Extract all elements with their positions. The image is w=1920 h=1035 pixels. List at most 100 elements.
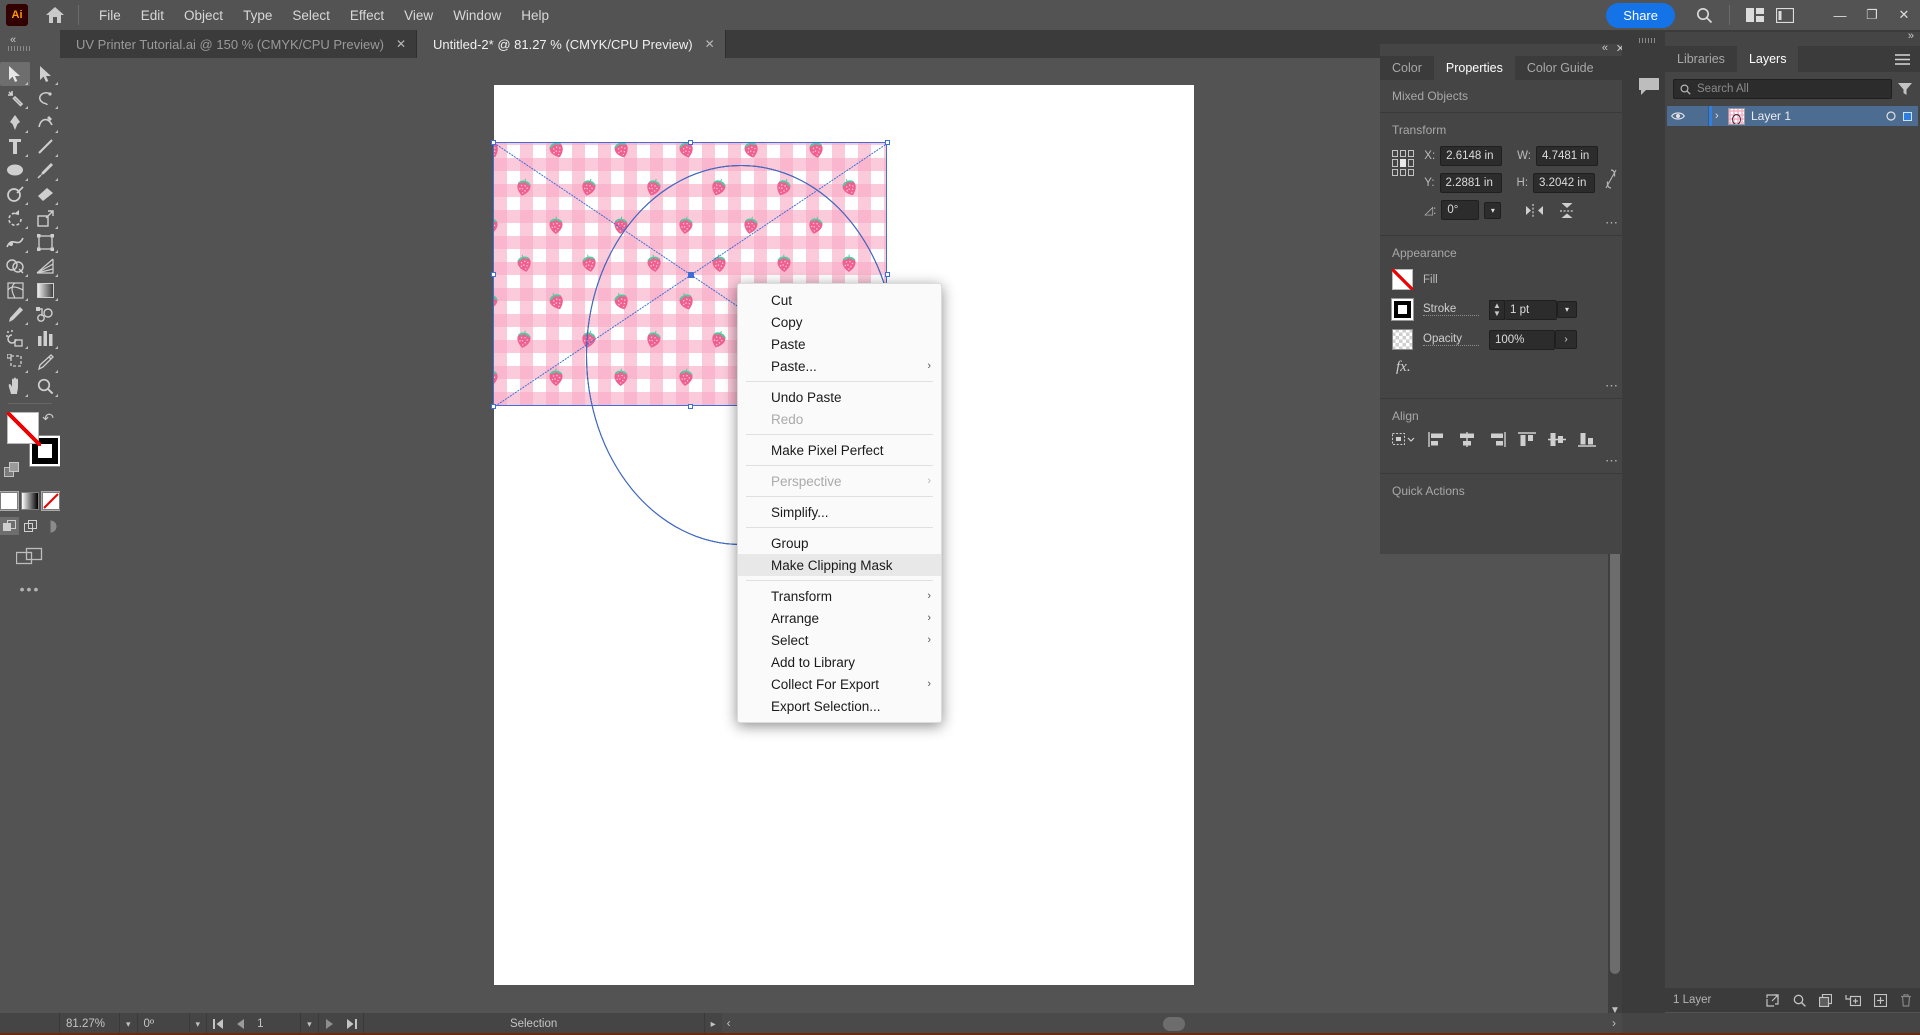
context-menu-item-select[interactable]: Select › — [738, 629, 941, 651]
artboard-dropdown[interactable]: ▾ — [301, 1013, 319, 1035]
align-top-icon[interactable] — [1518, 432, 1536, 447]
rotate-dropdown[interactable]: ▾ — [190, 1013, 208, 1035]
pen-tool[interactable] — [0, 110, 30, 134]
create-new-sublayer-icon[interactable] — [1819, 993, 1832, 1007]
search-layer-icon[interactable] — [1793, 994, 1806, 1007]
draw-inside-icon[interactable] — [41, 517, 60, 535]
shape-builder-tool[interactable] — [0, 254, 30, 278]
menu-item-select[interactable]: Select — [282, 4, 340, 27]
minimize-button[interactable]: — — [1824, 1, 1856, 29]
flip-vertical-icon[interactable] — [1560, 202, 1575, 218]
target-circle-icon[interactable] — [1886, 111, 1896, 121]
last-artboard-button[interactable] — [340, 1013, 364, 1035]
appearance-more-icon[interactable]: ⋯ — [1605, 378, 1620, 394]
menu-item-file[interactable]: File — [89, 4, 131, 27]
scroll-left-arrow[interactable]: ‹ — [727, 1016, 731, 1030]
horizontal-scroll-thumb[interactable] — [1162, 1017, 1185, 1031]
flip-horizontal-icon[interactable] — [1526, 203, 1544, 217]
free-transform-tool[interactable] — [30, 230, 60, 254]
context-menu-item-paste[interactable]: Paste — [738, 333, 941, 355]
context-menu-item-cut[interactable]: Cut — [738, 289, 941, 311]
shaper-tool[interactable] — [0, 182, 30, 206]
ellipse-tool[interactable] — [0, 158, 30, 182]
context-menu-item-undo-paste[interactable]: Undo Paste — [738, 386, 941, 408]
scroll-right-arrow[interactable]: › — [1612, 1016, 1616, 1030]
opacity-swatch[interactable] — [1392, 329, 1413, 350]
workspace-switcher-icon[interactable] — [1770, 2, 1800, 28]
search-icon[interactable] — [1689, 2, 1719, 28]
fx-button[interactable]: fx. — [1396, 359, 1618, 376]
context-menu-item-simplify[interactable]: Simplify... — [738, 501, 941, 523]
zoom-tool[interactable] — [30, 374, 60, 398]
menu-item-help[interactable]: Help — [511, 4, 559, 27]
toolbar-grip[interactable] — [8, 46, 30, 51]
search-input[interactable]: Search All — [1673, 79, 1892, 99]
angle-field[interactable]: 0° — [1441, 200, 1480, 220]
layers-tab-libraries[interactable]: Libraries — [1665, 46, 1737, 72]
align-right-icon[interactable] — [1488, 432, 1506, 447]
swap-fill-stroke-icon[interactable]: ↶ — [42, 410, 54, 427]
eye-icon[interactable] — [1667, 111, 1689, 121]
align-horizontal-center-icon[interactable] — [1458, 432, 1476, 447]
menu-item-effect[interactable]: Effect — [340, 4, 394, 27]
type-tool[interactable] — [0, 134, 30, 158]
canvas-context-menu[interactable]: Cut Copy Paste Paste... › Undo Paste Redo Make … — [737, 283, 942, 723]
align-to-selection-icon[interactable] — [1392, 432, 1416, 447]
direct-selection-tool[interactable] — [30, 62, 60, 86]
edit-toolbar-icon[interactable]: ••• — [0, 581, 60, 597]
arrange-documents-icon[interactable] — [1740, 2, 1770, 28]
slice-tool[interactable] — [30, 350, 60, 374]
first-artboard-button[interactable] — [207, 1013, 230, 1035]
status-text[interactable]: Selection — [364, 1018, 704, 1030]
comment-icon[interactable] — [1638, 77, 1659, 97]
layers-tab-layers[interactable]: Layers — [1736, 46, 1799, 72]
zoom-dropdown[interactable]: ▾ — [120, 1013, 138, 1035]
context-menu-item-group[interactable]: Group — [738, 532, 941, 554]
layer-row[interactable]: › Layer 1 — [1667, 106, 1918, 126]
menu-item-window[interactable]: Window — [443, 4, 511, 27]
draw-normal-icon[interactable] — [0, 517, 19, 535]
document-tab-1[interactable]: Untitled-2* @ 81.27 % (CMYK/CPU Preview)… — [417, 30, 726, 58]
x-field[interactable]: 2.6148 in — [1440, 146, 1503, 166]
status-expand-icon[interactable]: ▸ — [703, 1013, 722, 1035]
stroke-weight-stepper[interactable]: ▲ ▼ — [1489, 299, 1505, 320]
panel-menu-icon[interactable] — [1885, 46, 1920, 72]
align-bottom-icon[interactable] — [1578, 432, 1596, 447]
lasso-tool[interactable] — [30, 86, 60, 110]
align-left-icon[interactable] — [1428, 432, 1446, 447]
align-vertical-center-icon[interactable] — [1548, 432, 1566, 447]
scale-tool[interactable] — [30, 206, 60, 230]
context-menu-item-copy[interactable]: Copy — [738, 311, 941, 333]
context-menu-item-make-clipping-mask[interactable]: Make Clipping Mask — [738, 554, 941, 576]
menu-item-type[interactable]: Type — [233, 4, 282, 27]
context-menu-item-transform[interactable]: Transform › — [738, 585, 941, 607]
context-menu-item-make-pixel-perfect[interactable]: Make Pixel Perfect — [738, 439, 941, 461]
locate-object-icon[interactable] — [1766, 993, 1780, 1007]
expand-layer-icon[interactable]: › — [1715, 110, 1728, 122]
context-menu-item-paste[interactable]: Paste... › — [738, 355, 941, 377]
fill-color-swatch[interactable] — [1392, 269, 1413, 290]
create-new-layer-icon[interactable] — [1874, 993, 1887, 1007]
properties-tab-color-guide[interactable]: Color Guide — [1515, 56, 1606, 80]
context-menu-item-collect-for-export[interactable]: Collect For Export › — [738, 673, 941, 695]
column-graph-tool[interactable] — [30, 326, 60, 350]
close-button[interactable]: ✕ — [1888, 1, 1920, 29]
stroke-label[interactable]: Stroke — [1423, 303, 1479, 316]
context-menu-item-add-to-library[interactable]: Add to Library — [738, 651, 941, 673]
gradient-tool[interactable] — [30, 278, 60, 302]
opacity-options-icon[interactable]: › — [1555, 330, 1577, 349]
w-field[interactable]: 4.7481 in — [1536, 146, 1598, 166]
lock-toggle[interactable] — [1689, 106, 1709, 126]
document-tab-0[interactable]: UV Printer Tutorial.ai @ 150 % (CMYK/CPU… — [60, 30, 418, 58]
collapse-toolbar-icon[interactable]: « — [10, 34, 16, 46]
symbol-sprayer-tool[interactable] — [0, 326, 30, 350]
horizontal-scrollbar[interactable]: ‹ › — [721, 1013, 1622, 1035]
chevron-down-icon[interactable]: ▾ — [1484, 201, 1502, 219]
context-menu-item-export-selection[interactable]: Export Selection... — [738, 695, 941, 717]
align-more-icon[interactable]: ⋯ — [1605, 453, 1620, 469]
rotate-tool[interactable] — [0, 206, 30, 230]
properties-tab-color[interactable]: Color — [1380, 56, 1434, 80]
illustrator-logo-icon[interactable]: Ai — [6, 4, 28, 26]
rotate-view-field[interactable]: 0º — [138, 1013, 190, 1035]
h-field[interactable]: 3.2042 in — [1533, 173, 1596, 193]
